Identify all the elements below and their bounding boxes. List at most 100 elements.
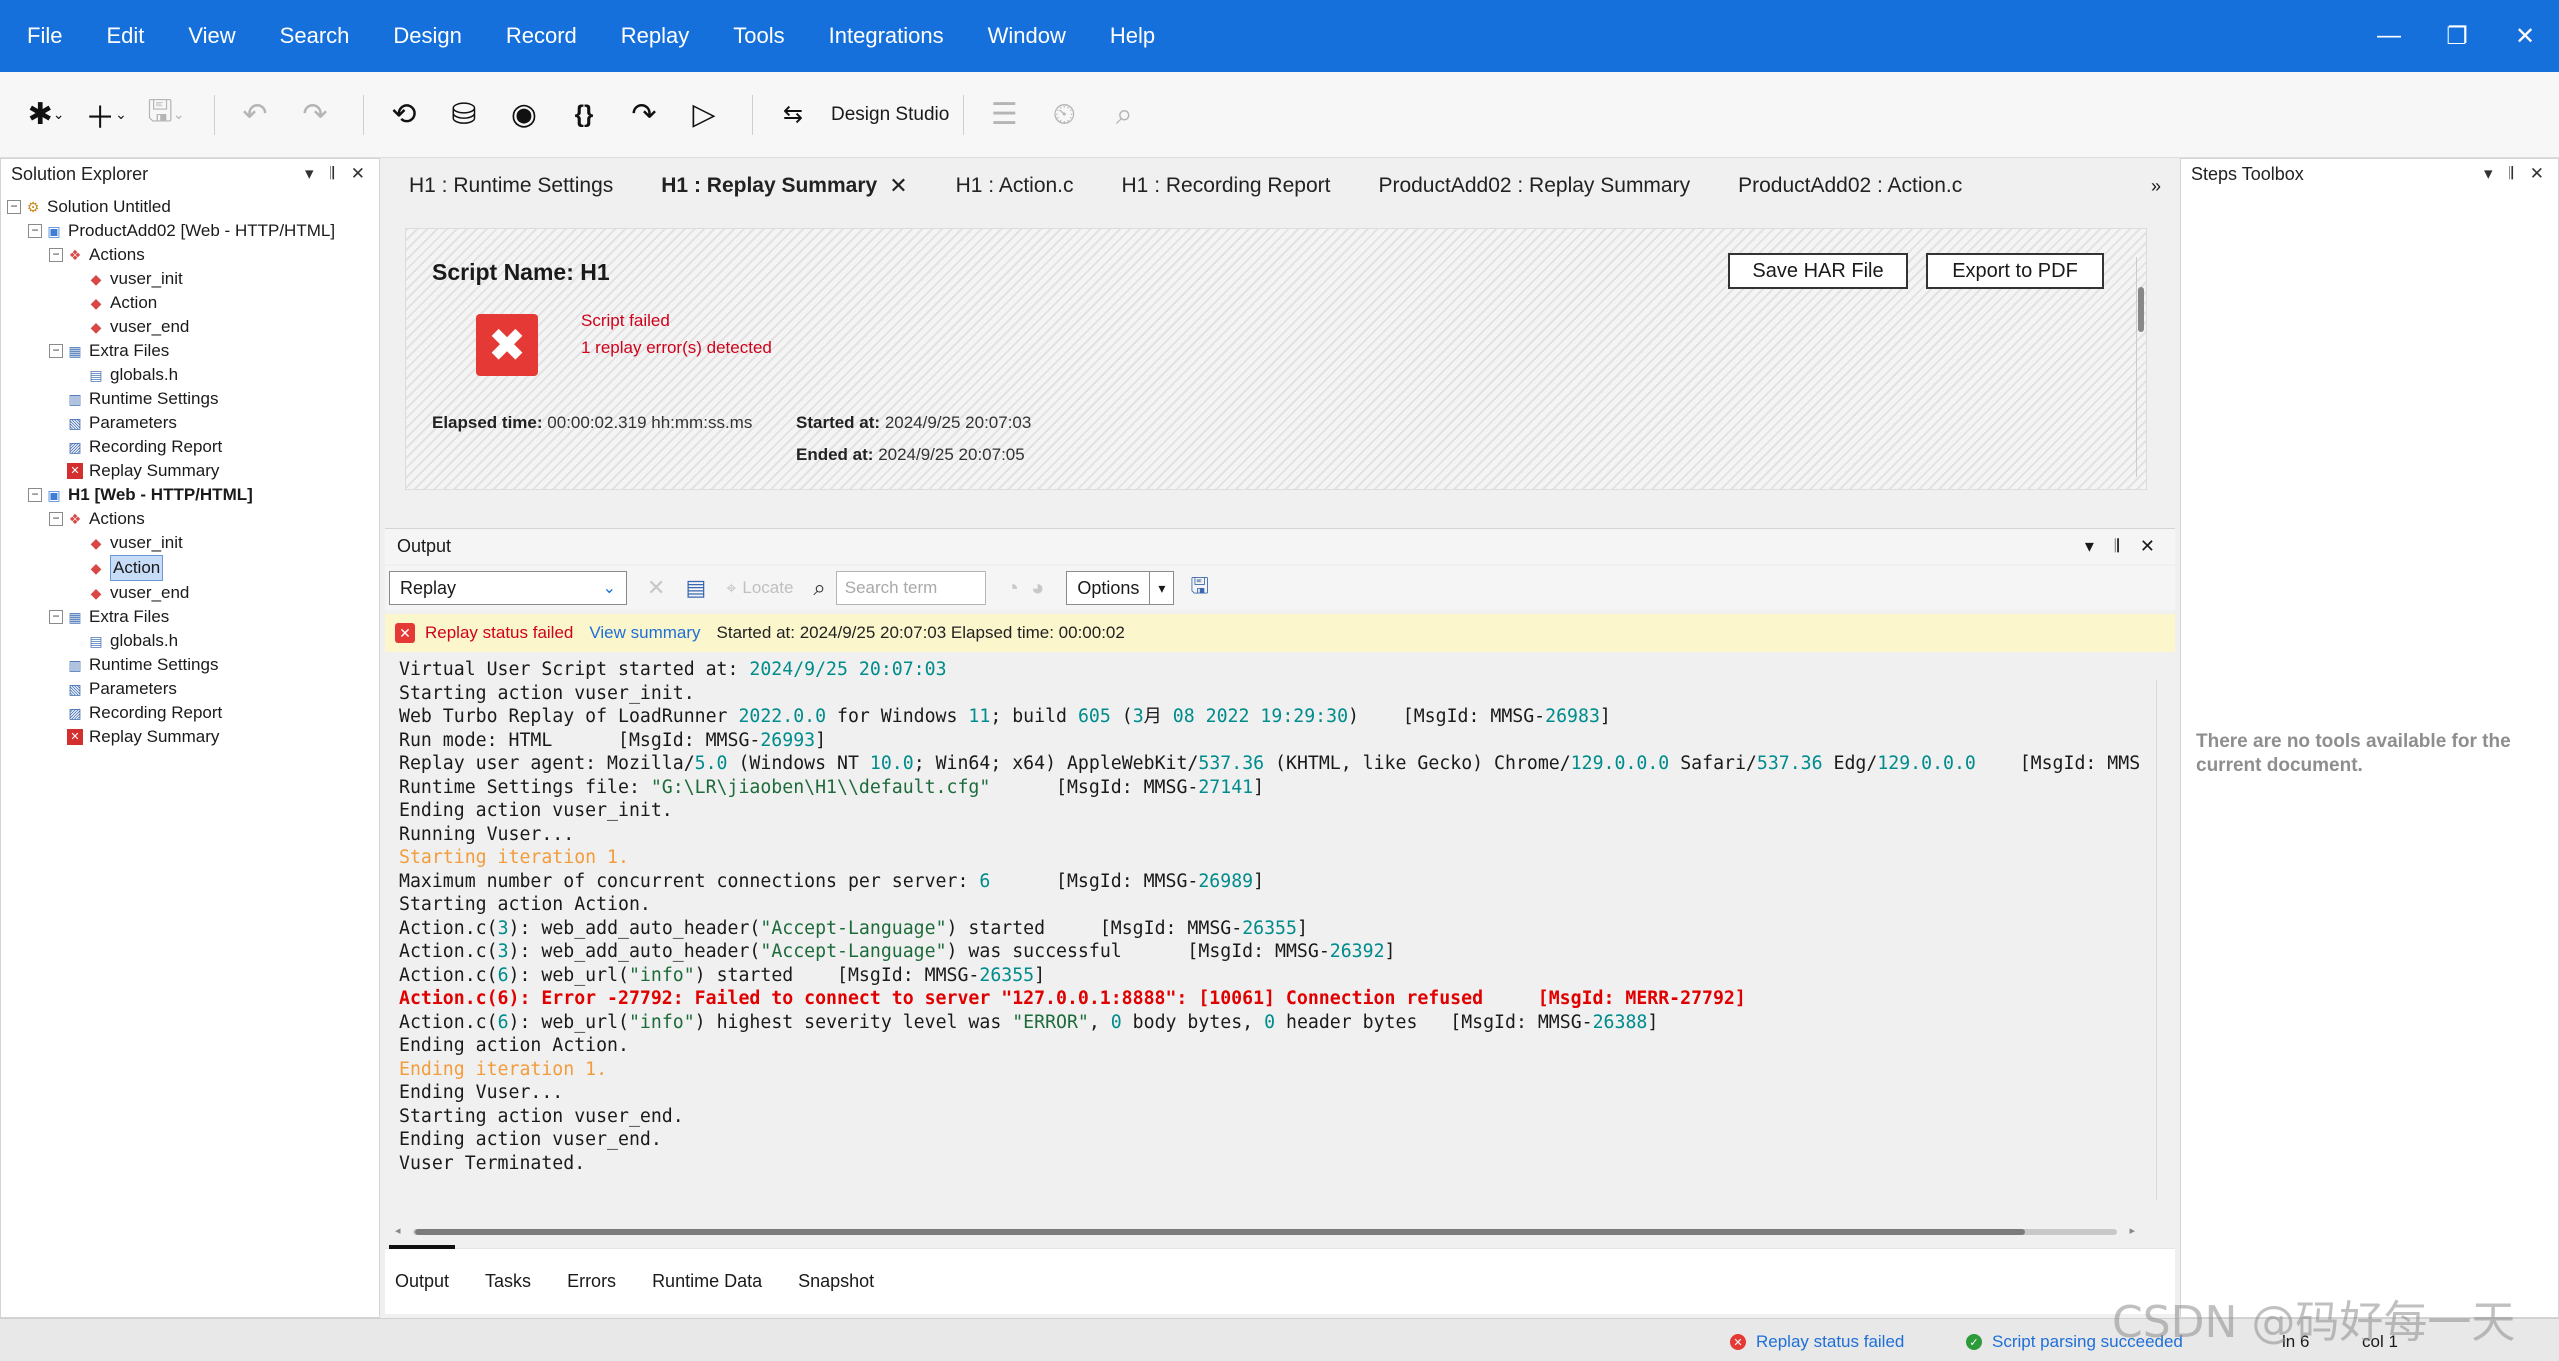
tree-item[interactable]: ◆ vuser_end: [7, 581, 335, 605]
tree-item[interactable]: − ❖ Actions: [7, 507, 335, 531]
restore-button[interactable]: ❐: [2423, 22, 2491, 51]
menu-help[interactable]: Help: [1110, 23, 1155, 49]
tree-item[interactable]: − ▦ Extra Files: [7, 339, 335, 363]
output-tab-errors[interactable]: Errors: [567, 1271, 616, 1292]
tree-item[interactable]: ✕ Replay Summary: [7, 459, 335, 483]
collapse-toggle-icon[interactable]: −: [49, 248, 63, 262]
design-studio-button[interactable]: Design Studio: [831, 104, 949, 126]
menu-record[interactable]: Record: [506, 23, 577, 49]
tree-item[interactable]: ▥ Runtime Settings: [7, 653, 335, 677]
panel-controls[interactable]: ▾ 𝄂 ✕: [2085, 536, 2163, 557]
output-tab-output[interactable]: Output: [388, 1245, 456, 1292]
close-tab-icon[interactable]: ✕: [889, 173, 907, 199]
tree-item[interactable]: − ▦ Extra Files: [7, 605, 335, 629]
list-icon[interactable]: ☰: [978, 89, 1030, 141]
menu-view[interactable]: View: [188, 23, 235, 49]
menu-search[interactable]: Search: [280, 23, 350, 49]
menu-replay[interactable]: Replay: [621, 23, 689, 49]
tree-item[interactable]: ▤ globals.h: [7, 629, 335, 653]
document-tab[interactable]: ProductAdd02 : Action.c: [1714, 160, 1986, 212]
collapse-toggle-icon[interactable]: −: [7, 200, 21, 214]
play-icon[interactable]: ▷: [678, 89, 730, 141]
wrap-icon[interactable]: ▤: [685, 575, 706, 601]
tree-item[interactable]: ◆ vuser_init: [7, 267, 335, 291]
find-previous-icon[interactable]: ◔: [1006, 575, 1019, 601]
tree-item[interactable]: − ▣ H1 [Web - HTTP/HTML]: [7, 483, 335, 507]
collapse-toggle-icon[interactable]: −: [28, 224, 42, 238]
document-tab[interactable]: H1 : Runtime Settings: [385, 160, 637, 212]
export-pdf-button[interactable]: Export to PDF: [1926, 253, 2104, 289]
design-studio-icon[interactable]: ⇆: [767, 89, 819, 141]
close-button[interactable]: ✕: [2491, 22, 2559, 51]
document-tab[interactable]: H1 : Recording Report: [1098, 160, 1355, 212]
minimize-button[interactable]: —: [2355, 22, 2423, 50]
tree-item[interactable]: ✕ Replay Summary: [7, 725, 335, 749]
save-output-icon[interactable]: 🖫: [1190, 569, 1209, 607]
tabs-overflow-icon[interactable]: »: [2151, 176, 2161, 197]
history-icon[interactable]: ⏲: [1038, 89, 1090, 141]
log-horizontal-scrollbar[interactable]: ◂ ▸: [395, 1224, 2135, 1238]
tree-item[interactable]: ◆ vuser_end: [7, 315, 335, 339]
tree-item[interactable]: ▧ Parameters: [7, 677, 335, 701]
menu-file[interactable]: File: [27, 23, 62, 49]
collapse-toggle-icon[interactable]: −: [28, 488, 42, 502]
code-braces-icon[interactable]: {}: [558, 89, 610, 141]
menu-edit[interactable]: Edit: [106, 23, 144, 49]
redo-icon[interactable]: ↷: [289, 89, 341, 141]
tree-item[interactable]: ▤ globals.h: [7, 363, 335, 387]
document-tab[interactable]: H1 : Replay Summary ✕: [637, 160, 931, 212]
record-icon[interactable]: ◉: [498, 89, 550, 141]
toolbar-separator: [752, 94, 753, 135]
locate-icon[interactable]: ⌖: [726, 578, 736, 599]
find-next-icon[interactable]: ◕: [1031, 575, 1044, 601]
save-icon[interactable]: 🖫 ⌄: [140, 89, 192, 141]
tree-item[interactable]: ▨ Recording Report: [7, 435, 335, 459]
output-tab-snapshot[interactable]: Snapshot: [798, 1271, 874, 1292]
tree-item[interactable]: − ❖ Actions: [7, 243, 335, 267]
tree-item[interactable]: ◆ vuser_init: [7, 531, 335, 555]
tree-item[interactable]: ◆ Action: [7, 555, 335, 581]
step-over-icon[interactable]: ↷: [618, 89, 670, 141]
regenerate-icon[interactable]: ⟲: [378, 89, 430, 141]
scroll-thumb[interactable]: [2138, 287, 2144, 332]
scroll-left-icon[interactable]: ◂: [395, 1224, 401, 1237]
view-summary-link[interactable]: View summary: [589, 623, 700, 643]
new-solution-icon[interactable]: ✱ ⌄: [20, 89, 72, 141]
tree-item[interactable]: ▥ Runtime Settings: [7, 387, 335, 411]
menu-tools[interactable]: Tools: [733, 23, 784, 49]
tree-item[interactable]: ▨ Recording Report: [7, 701, 335, 725]
options-button[interactable]: Options ▾: [1066, 571, 1175, 605]
save-har-button[interactable]: Save HAR File: [1728, 253, 1908, 289]
menu-integrations[interactable]: Integrations: [829, 23, 944, 49]
tree-item[interactable]: ▧ Parameters: [7, 411, 335, 435]
document-tab[interactable]: H1 : Action.c: [932, 160, 1098, 212]
search-history-icon[interactable]: ⌕: [1098, 89, 1150, 141]
panel-controls[interactable]: ▾ 𝄂 ✕: [305, 164, 371, 184]
output-tab-tasks[interactable]: Tasks: [485, 1271, 531, 1292]
replay-status-text[interactable]: Replay status failed: [1756, 1332, 1904, 1352]
output-tab-runtime-data[interactable]: Runtime Data: [652, 1271, 762, 1292]
collapse-toggle-icon[interactable]: −: [49, 344, 63, 358]
log-vertical-scrollbar[interactable]: [2156, 680, 2164, 1200]
collapse-toggle-icon[interactable]: −: [49, 512, 63, 526]
document-tab[interactable]: ProductAdd02 : Replay Summary: [1354, 160, 1714, 212]
panel-controls[interactable]: ▾ 𝄂 ✕: [2484, 164, 2550, 184]
add-icon[interactable]: ＋ ⌄: [80, 89, 132, 141]
menu-window[interactable]: Window: [988, 23, 1066, 49]
tree-item[interactable]: − ▣ ProductAdd02 [Web - HTTP/HTML]: [7, 219, 335, 243]
scroll-thumb[interactable]: [415, 1229, 2025, 1235]
search-input[interactable]: Search term: [835, 571, 986, 605]
tree-item[interactable]: ◆ Action: [7, 291, 335, 315]
menu-design[interactable]: Design: [393, 23, 461, 49]
output-source-select[interactable]: Replay ⌄: [389, 571, 627, 605]
replay-status-item[interactable]: ✕ Replay status failed: [1730, 1332, 1904, 1352]
search-icon[interactable]: ⌕: [813, 575, 825, 601]
collapse-toggle-icon[interactable]: −: [49, 610, 63, 624]
scroll-right-icon[interactable]: ▸: [2129, 1224, 2135, 1237]
clear-icon[interactable]: ✕: [647, 575, 665, 601]
recording-options-icon[interactable]: ⛁: [438, 89, 490, 141]
locate-button[interactable]: Locate: [742, 578, 793, 598]
undo-icon[interactable]: ↶: [229, 89, 281, 141]
tree-item[interactable]: − ⚙ Solution Untitled: [7, 195, 335, 219]
summary-scrollbar[interactable]: [2136, 257, 2144, 477]
